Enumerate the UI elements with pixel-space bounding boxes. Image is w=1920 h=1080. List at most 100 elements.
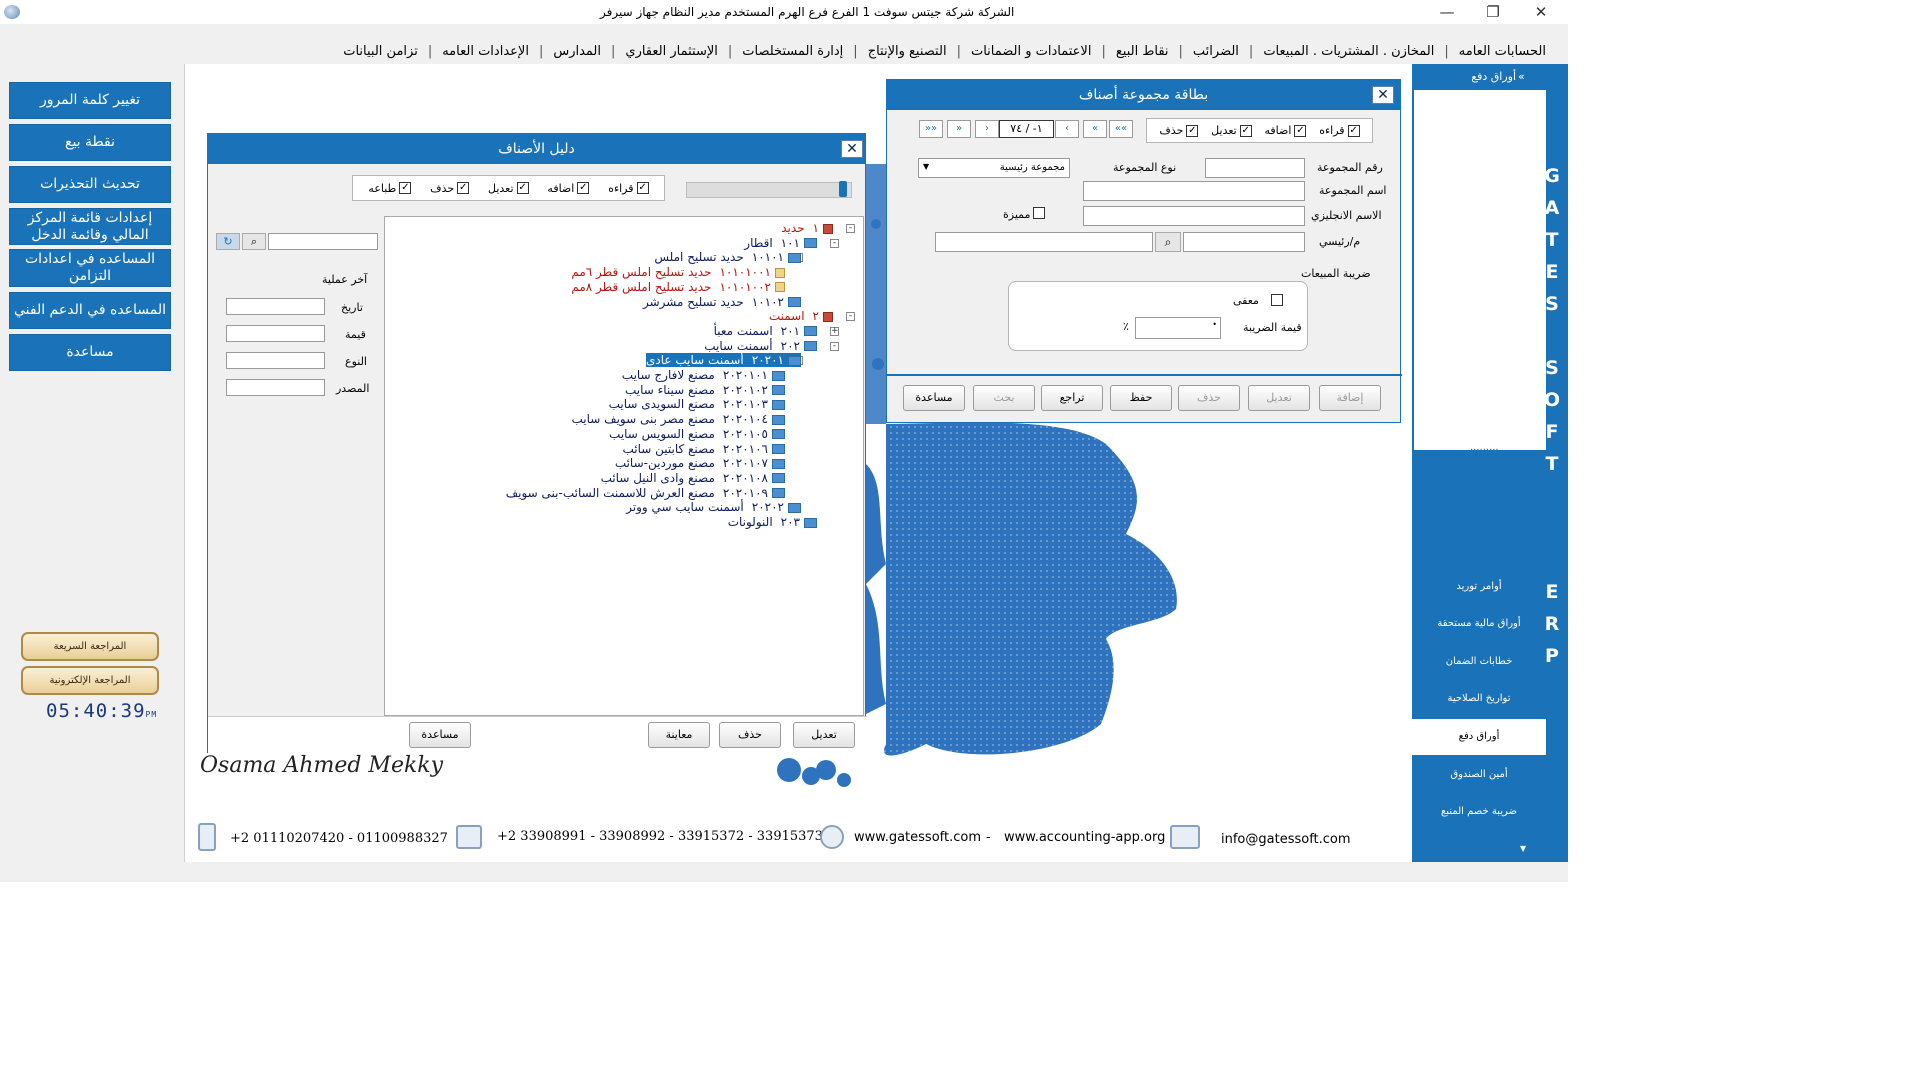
check-icon[interactable]: ✓ — [399, 182, 412, 194]
nav-item-supply-orders[interactable]: أوامر توريد — [1412, 569, 1546, 605]
next-page-button[interactable]: « — [1083, 120, 1107, 138]
electronic-review-button[interactable]: المراجعة الإلكترونية — [21, 666, 159, 695]
help-button[interactable]: مساعدة — [9, 334, 171, 371]
tree-node[interactable]: ١٠١٠٢ حديد تسليح مشرشر — [643, 295, 801, 309]
first-record-button[interactable]: »» — [919, 120, 943, 138]
tree-expander[interactable]: - — [830, 341, 839, 351]
help-button[interactable]: مساعدة — [409, 722, 471, 748]
tree-node[interactable]: ٢٠٢٠٢ أسمنت سايب سي ووتر — [626, 500, 801, 514]
edit-button[interactable]: تعديل — [793, 722, 855, 748]
permission-checkbox[interactable]: حذف ✓ — [430, 182, 470, 195]
minimize-button[interactable]: — — [1432, 2, 1462, 22]
check-icon[interactable]: ✓ — [636, 182, 649, 194]
nav-item-withholding-tax[interactable]: ضريبة خصم المنبع — [1412, 794, 1546, 830]
check-icon[interactable]: ✓ — [457, 182, 470, 194]
menu-item[interactable]: الاعتمادات و الضمانات — [961, 44, 1102, 59]
search-input[interactable] — [268, 233, 378, 250]
last-op-date-field[interactable] — [226, 298, 325, 315]
footer-email[interactable]: info@gatessoft.com — [1221, 832, 1351, 847]
items-tree[interactable]: -١حديد-١٠١اقطار-١٠١٠١حديد تسليح املس١٠١٠… — [384, 216, 864, 716]
check-icon[interactable]: ✓ — [1239, 124, 1252, 137]
nav-item-guarantee-letters[interactable]: خطابات الضمان — [1412, 644, 1546, 680]
nav-item-cashier[interactable]: أمين الصندوق — [1412, 757, 1546, 793]
permission-checkbox[interactable]: قراءه ✓ — [1319, 124, 1360, 137]
tree-node[interactable]: ٢٠١ اسمنت معبأ — [714, 324, 817, 338]
close-icon[interactable]: ✕ — [841, 140, 863, 158]
refresh-warnings-button[interactable]: تحديث التحذيرات — [9, 166, 171, 203]
menu-item[interactable]: التصنيع والإنتاج — [858, 44, 957, 59]
menu-item[interactable]: الضرائب — [1183, 44, 1249, 59]
tree-node[interactable]: ١٠١٠١٠٠١ حديد تسليح املس قطر ٦مم — [571, 265, 785, 279]
footer-website[interactable]: www.gatessoft.com — [854, 830, 981, 845]
add-button[interactable]: إضافة — [1319, 385, 1381, 411]
tree-node[interactable]: ٢٠٢٠١٠٨ مصنع وادى النيل سائب — [601, 471, 785, 485]
last-op-value-field[interactable] — [226, 325, 325, 342]
tree-node[interactable]: ١٠١٠١٠٠٢ حديد تسليح املس قطر ٨مم — [571, 280, 785, 294]
check-icon[interactable]: ✓ — [577, 182, 590, 194]
group-number-field[interactable] — [1205, 158, 1305, 178]
menu-item[interactable]: الإستثمار العقاري — [615, 44, 728, 59]
tree-expander[interactable]: - — [846, 312, 855, 322]
parent-code-field[interactable] — [1183, 232, 1305, 252]
tree-node[interactable]: ١٠١ اقطار — [744, 236, 817, 250]
tree-node[interactable]: ٢٠٢٠١٠٩ مصنع العرش للاسمنت السائب-بنى سوي… — [506, 486, 785, 500]
exempt-checkbox[interactable] — [1271, 294, 1283, 306]
expand-icon[interactable]: « — [1518, 64, 1525, 90]
tree-node[interactable]: ٢٠٣ النولونات — [728, 515, 817, 529]
tree-node[interactable]: ٢٠٢٠١٠٦ مصنع كابتين سائب — [622, 442, 785, 456]
permission-checkbox[interactable]: قراءه ✓ — [608, 182, 649, 195]
last-record-button[interactable]: «« — [1109, 120, 1133, 138]
delete-button[interactable]: حذف — [719, 722, 781, 748]
zoom-slider[interactable] — [686, 181, 852, 198]
menu-item[interactable]: المدارس — [543, 44, 611, 59]
tree-node[interactable]: ١ حديد — [781, 221, 833, 235]
scroll-down-icon[interactable]: ▼ — [1520, 844, 1526, 853]
nav-item-due-securities[interactable]: أوراق مالية مستحقة — [1412, 606, 1546, 642]
financial-statements-settings-button[interactable]: إعدادات قائمة المركز المالي وقائمة الدخل — [9, 208, 171, 245]
help-button[interactable]: مساعدة — [903, 385, 965, 411]
tree-expander[interactable]: - — [830, 238, 839, 248]
menu-item[interactable]: المخازن . المشتريات . المبيعات — [1253, 44, 1444, 59]
permission-checkbox[interactable]: حذف ✓ — [1159, 124, 1199, 137]
check-icon[interactable]: ✓ — [516, 182, 529, 194]
group-type-select[interactable]: ▼ مجموعة رئيسية — [918, 158, 1070, 178]
menu-item[interactable]: إدارة المستخلصات — [732, 44, 853, 59]
refresh-icon[interactable]: ↻ — [216, 233, 240, 250]
permission-checkbox[interactable]: اضافه ✓ — [547, 182, 590, 195]
undo-button[interactable]: تراجع — [1041, 385, 1103, 411]
tree-node[interactable]: ١٠١٠١ حديد تسليح املس — [654, 250, 801, 264]
permission-checkbox[interactable]: اضافه ✓ — [1265, 124, 1307, 137]
tree-node[interactable]: ٢٠٢٠١٠٢ مصنع سيناء سايب — [625, 383, 785, 397]
check-icon[interactable]: ✓ — [1347, 124, 1360, 137]
change-password-button[interactable]: تغيير كلمة المرور — [9, 82, 171, 119]
menu-item[interactable]: الإعدادات العامه — [432, 44, 539, 59]
prev-page-button[interactable]: » — [947, 120, 971, 138]
tree-expander[interactable]: - — [846, 224, 855, 233]
record-counter[interactable]: ١- / ٧٤ — [999, 120, 1054, 138]
group-name-field[interactable] — [1083, 181, 1305, 201]
nav-item-payment-notes[interactable]: أوراق دفع — [1412, 719, 1546, 755]
permission-checkbox[interactable]: تعديل ✓ — [1211, 124, 1252, 137]
tree-node[interactable]: ٢٠٢٠١٠١ مصنع لافارج سايب — [622, 368, 785, 382]
preview-button[interactable]: معاينة — [648, 722, 710, 748]
check-icon[interactable]: ✓ — [1294, 124, 1307, 137]
tree-node[interactable]: ٢٠٢٠١٠٥ مصنع السويس سايب — [609, 427, 785, 441]
tree-node[interactable]: ٢٠٢٠١٠٤ مصنع مصر بنى سويف سايب — [572, 412, 785, 426]
parent-name-field[interactable] — [935, 232, 1153, 252]
tree-node[interactable]: ٢ اسمنت — [769, 309, 833, 323]
sync-settings-help-button[interactable]: المساعده في اعدادات التزامن — [9, 249, 171, 287]
last-op-type-field[interactable] — [226, 352, 325, 369]
menu-item[interactable]: تزامن البيانات — [333, 44, 428, 59]
last-op-source-field[interactable] — [226, 379, 325, 396]
point-of-sale-button[interactable]: نقطة بيع — [9, 124, 171, 161]
search-button[interactable]: بحث — [973, 385, 1035, 411]
quick-review-button[interactable]: المراجعة السريعة — [21, 632, 159, 661]
save-button[interactable]: حفظ — [1110, 385, 1172, 411]
nav-item-expiry-dates[interactable]: تواريخ الصلاحية — [1412, 681, 1546, 717]
menu-item[interactable]: الحسابات العامه — [1449, 44, 1556, 59]
spinner-icon[interactable]: • — [1212, 320, 1217, 329]
close-button[interactable]: ✕ — [1526, 2, 1556, 22]
menu-item[interactable]: نقاط البيع — [1106, 44, 1179, 59]
next-record-button[interactable]: ‹ — [1055, 120, 1079, 138]
slider-thumb[interactable] — [839, 181, 847, 197]
